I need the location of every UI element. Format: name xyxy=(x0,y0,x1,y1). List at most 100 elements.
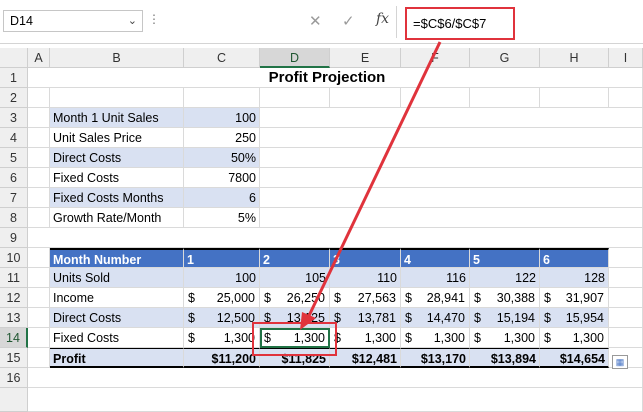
column-header-b[interactable]: B xyxy=(50,48,184,68)
cell[interactable] xyxy=(260,108,643,128)
row-header[interactable]: 11 xyxy=(0,268,28,288)
row-header[interactable]: 15 xyxy=(0,348,28,368)
month-header[interactable]: 5 xyxy=(470,248,540,268)
units-cell[interactable]: 100 xyxy=(184,268,260,288)
row-label[interactable]: Profit xyxy=(50,348,184,368)
cell[interactable] xyxy=(260,148,643,168)
cell[interactable] xyxy=(28,388,643,412)
cell[interactable] xyxy=(260,168,643,188)
cell[interactable] xyxy=(470,88,540,108)
input-value[interactable]: 50% xyxy=(184,148,260,168)
cell[interactable] xyxy=(28,208,50,228)
cell[interactable] xyxy=(609,288,643,308)
cell[interactable] xyxy=(28,368,643,388)
fixed-cell[interactable]: $1,300 xyxy=(330,328,401,348)
formula-input[interactable]: =$C$6/$C$7 xyxy=(405,7,515,40)
insert-function-icon[interactable]: fx xyxy=(376,11,389,27)
input-label[interactable]: Fixed Costs xyxy=(50,168,184,188)
quick-analysis-icon[interactable]: ▦ xyxy=(612,355,628,369)
row-header[interactable]: 6 xyxy=(0,168,28,188)
cell[interactable] xyxy=(28,88,50,108)
month-header[interactable]: 1 xyxy=(184,248,260,268)
units-cell[interactable]: 122 xyxy=(470,268,540,288)
cancel-icon[interactable]: ✕ xyxy=(309,12,322,30)
cell[interactable] xyxy=(260,208,643,228)
cell[interactable] xyxy=(540,88,609,108)
formula-bar-grip-icon[interactable]: ⋮ xyxy=(148,12,160,28)
units-cell[interactable]: 116 xyxy=(401,268,470,288)
profit-cell[interactable]: $13,894 xyxy=(470,348,540,368)
profit-cell[interactable]: $13,170 xyxy=(401,348,470,368)
cell[interactable] xyxy=(28,328,50,348)
row-header[interactable] xyxy=(0,388,28,412)
input-value[interactable]: 5% xyxy=(184,208,260,228)
row-header[interactable]: 7 xyxy=(0,188,28,208)
fixed-cell[interactable]: $1,300 xyxy=(540,328,609,348)
column-header-e[interactable]: E xyxy=(330,48,401,68)
row-label[interactable]: Units Sold xyxy=(50,268,184,288)
income-cell[interactable]: $30,388 xyxy=(470,288,540,308)
fixed-cell[interactable]: $1,300 xyxy=(401,328,470,348)
cell[interactable] xyxy=(28,228,643,248)
income-cell[interactable]: $31,907 xyxy=(540,288,609,308)
enter-icon[interactable]: ✓ xyxy=(342,12,355,30)
row-label[interactable]: Direct Costs xyxy=(50,308,184,328)
row-header[interactable]: 14 xyxy=(0,328,28,348)
cell[interactable] xyxy=(28,288,50,308)
cell[interactable] xyxy=(28,128,50,148)
income-cell[interactable]: $27,563 xyxy=(330,288,401,308)
month-header[interactable]: 6 xyxy=(540,248,609,268)
column-header-d[interactable]: D xyxy=(260,48,330,68)
units-cell[interactable]: 128 xyxy=(540,268,609,288)
cell[interactable] xyxy=(260,188,643,208)
row-header[interactable]: 5 xyxy=(0,148,28,168)
cell[interactable] xyxy=(609,328,643,348)
units-cell[interactable]: 110 xyxy=(330,268,401,288)
input-label[interactable]: Growth Rate/Month xyxy=(50,208,184,228)
profit-cell[interactable]: $11,200 xyxy=(184,348,260,368)
cell[interactable] xyxy=(609,68,643,88)
column-header-h[interactable]: H xyxy=(540,48,609,68)
cell[interactable] xyxy=(330,88,401,108)
profit-cell[interactable]: $12,481 xyxy=(330,348,401,368)
row-header[interactable]: 1 xyxy=(0,68,28,88)
cell[interactable] xyxy=(609,248,643,268)
cell[interactable] xyxy=(28,108,50,128)
row-header[interactable]: 3 xyxy=(0,108,28,128)
row-header[interactable]: 8 xyxy=(0,208,28,228)
cell[interactable] xyxy=(28,148,50,168)
cell[interactable] xyxy=(28,168,50,188)
input-value[interactable]: 100 xyxy=(184,108,260,128)
month-header[interactable]: 2 xyxy=(260,248,330,268)
direct-cell[interactable]: $12,500 xyxy=(184,308,260,328)
direct-cell[interactable]: $13,781 xyxy=(330,308,401,328)
row-header[interactable]: 13 xyxy=(0,308,28,328)
cell[interactable] xyxy=(260,128,643,148)
fixed-cell[interactable]: $1,300 xyxy=(184,328,260,348)
input-value[interactable]: 6 xyxy=(184,188,260,208)
cell[interactable] xyxy=(260,88,330,108)
income-cell[interactable]: $26,250 xyxy=(260,288,330,308)
month-header[interactable]: 3 xyxy=(330,248,401,268)
select-all-corner[interactable] xyxy=(0,48,28,68)
cell[interactable] xyxy=(28,188,50,208)
row-header[interactable]: 10 xyxy=(0,248,28,268)
name-box[interactable]: D14 ⌄ xyxy=(3,10,143,32)
cell[interactable] xyxy=(28,308,50,328)
cell[interactable] xyxy=(401,88,470,108)
row-header[interactable]: 2 xyxy=(0,88,28,108)
input-label[interactable]: Fixed Costs Months xyxy=(50,188,184,208)
income-cell[interactable]: $25,000 xyxy=(184,288,260,308)
profit-cell[interactable]: $14,654 xyxy=(540,348,609,368)
cell[interactable] xyxy=(50,88,184,108)
cell[interactable] xyxy=(28,348,50,368)
cell[interactable] xyxy=(609,88,643,108)
cell[interactable] xyxy=(609,268,643,288)
row-header[interactable]: 4 xyxy=(0,128,28,148)
input-value[interactable]: 250 xyxy=(184,128,260,148)
column-header-c[interactable]: C xyxy=(184,48,260,68)
row-label[interactable]: Income xyxy=(50,288,184,308)
row-header[interactable]: 16 xyxy=(0,368,28,388)
column-header-a[interactable]: A xyxy=(28,48,50,68)
row-header[interactable]: 12 xyxy=(0,288,28,308)
